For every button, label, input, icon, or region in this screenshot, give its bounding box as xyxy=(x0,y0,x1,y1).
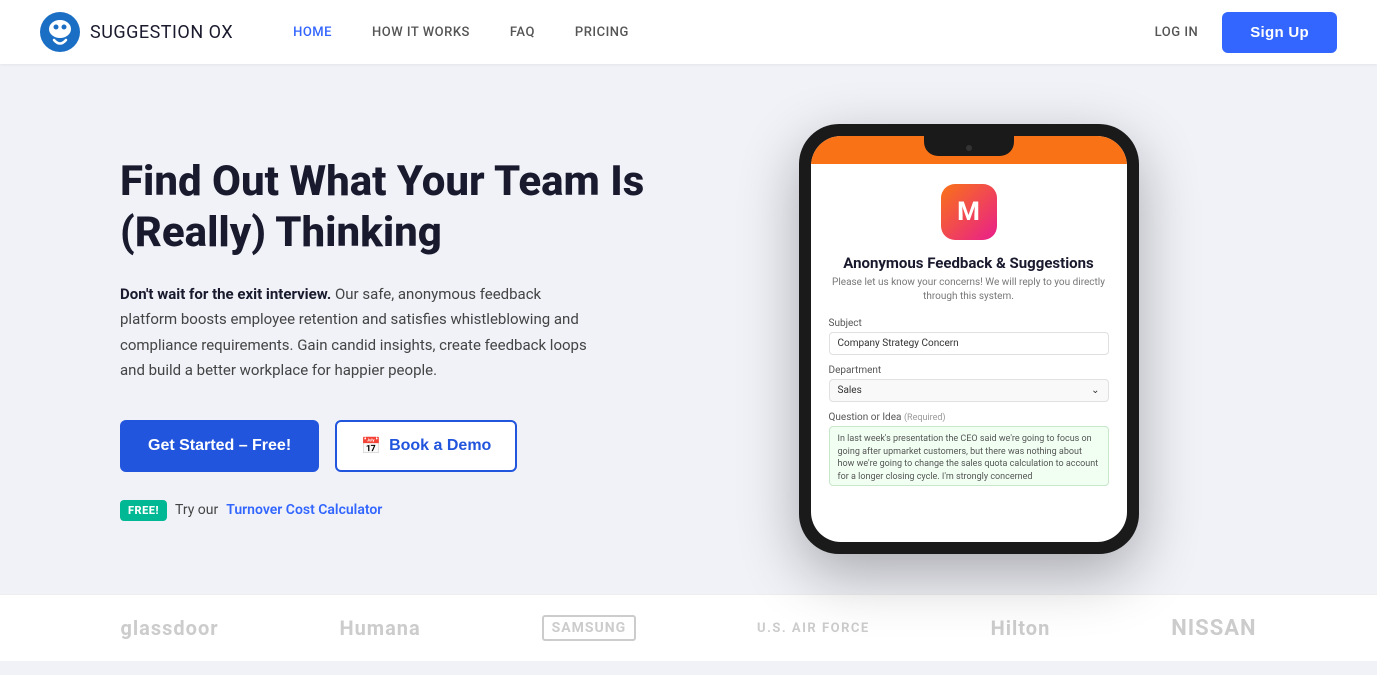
brand-hilton: Hilton xyxy=(991,616,1051,640)
nav-how-it-works[interactable]: HOW IT WORKS xyxy=(372,25,470,40)
free-badge: FREE! xyxy=(120,500,167,521)
phone-notch xyxy=(924,136,1014,156)
logo-text: SUGGESTION OX xyxy=(90,22,233,43)
turnover-calculator-link[interactable]: Turnover Cost Calculator xyxy=(226,502,382,518)
department-label: Department xyxy=(829,365,1109,376)
brand-samsung: SAMSUNG xyxy=(542,615,637,641)
phone-form-subtitle: Please let us know your concerns! We wil… xyxy=(829,276,1109,304)
phone-frame: M Anonymous Feedback & Suggestions Pleas… xyxy=(799,124,1139,554)
hero-content: Find Out What Your Team Is (Really) Thin… xyxy=(120,157,680,521)
nav-links: HOME HOW IT WORKS FAQ PRICING xyxy=(293,25,1155,40)
brands-bar: glassdoor Humana SAMSUNG U.S. AIR FORCE … xyxy=(0,594,1377,661)
phone-form-title: Anonymous Feedback & Suggestions xyxy=(829,254,1109,272)
brand-airforce: U.S. AIR FORCE xyxy=(757,621,870,636)
department-value: Sales xyxy=(838,385,862,396)
nav-login[interactable]: LOG IN xyxy=(1155,25,1199,40)
calendar-icon: 📅 xyxy=(361,436,381,456)
nav-home[interactable]: HOME xyxy=(293,25,332,40)
book-demo-button[interactable]: 📅 Book a Demo xyxy=(335,420,517,472)
hero-title: Find Out What Your Team Is (Really) Thin… xyxy=(120,157,680,258)
brand-glassdoor: glassdoor xyxy=(120,616,218,640)
phone-screen: M Anonymous Feedback & Suggestions Pleas… xyxy=(811,136,1127,542)
book-demo-label: Book a Demo xyxy=(389,437,491,455)
app-icon-row: M xyxy=(829,184,1109,240)
brand-nissan: NISSAN xyxy=(1171,616,1256,641)
hero-desc-bold: Don't wait for the exit interview. xyxy=(120,285,331,303)
free-text: Try our xyxy=(175,502,218,518)
question-textarea[interactable]: In last week's presentation the CEO said… xyxy=(829,426,1109,486)
nav-right: LOG IN Sign Up xyxy=(1155,12,1337,53)
question-label: Question or Idea (Required) xyxy=(829,412,1109,423)
phone-notch-area xyxy=(811,136,1127,164)
free-badge-row: FREE! Try our Turnover Cost Calculator xyxy=(120,500,680,521)
brand-humana: Humana xyxy=(339,616,420,640)
hero-description: Don't wait for the exit interview. Our s… xyxy=(120,282,600,384)
navbar: SUGGESTION OX HOME HOW IT WORKS FAQ PRIC… xyxy=(0,0,1377,64)
nav-faq[interactable]: FAQ xyxy=(510,25,535,40)
get-started-button[interactable]: Get Started – Free! xyxy=(120,420,319,472)
subject-label: Subject xyxy=(829,318,1109,329)
phone-camera xyxy=(966,145,972,151)
logo[interactable]: SUGGESTION OX xyxy=(40,12,233,52)
department-select[interactable]: Sales ⌄ xyxy=(829,379,1109,402)
hero-buttons: Get Started – Free! 📅 Book a Demo xyxy=(120,420,680,472)
hero-phone-mockup: M Anonymous Feedback & Suggestions Pleas… xyxy=(680,124,1257,554)
signup-button[interactable]: Sign Up xyxy=(1222,12,1337,53)
nav-pricing[interactable]: PRICING xyxy=(575,25,629,40)
question-required: (Required) xyxy=(904,413,946,423)
app-icon: M xyxy=(941,184,997,240)
subject-input[interactable]: Company Strategy Concern xyxy=(829,332,1109,355)
hero-section: Find Out What Your Team Is (Really) Thin… xyxy=(0,64,1377,594)
phone-app-content: M Anonymous Feedback & Suggestions Pleas… xyxy=(811,164,1127,496)
chevron-down-icon: ⌄ xyxy=(1091,385,1099,396)
